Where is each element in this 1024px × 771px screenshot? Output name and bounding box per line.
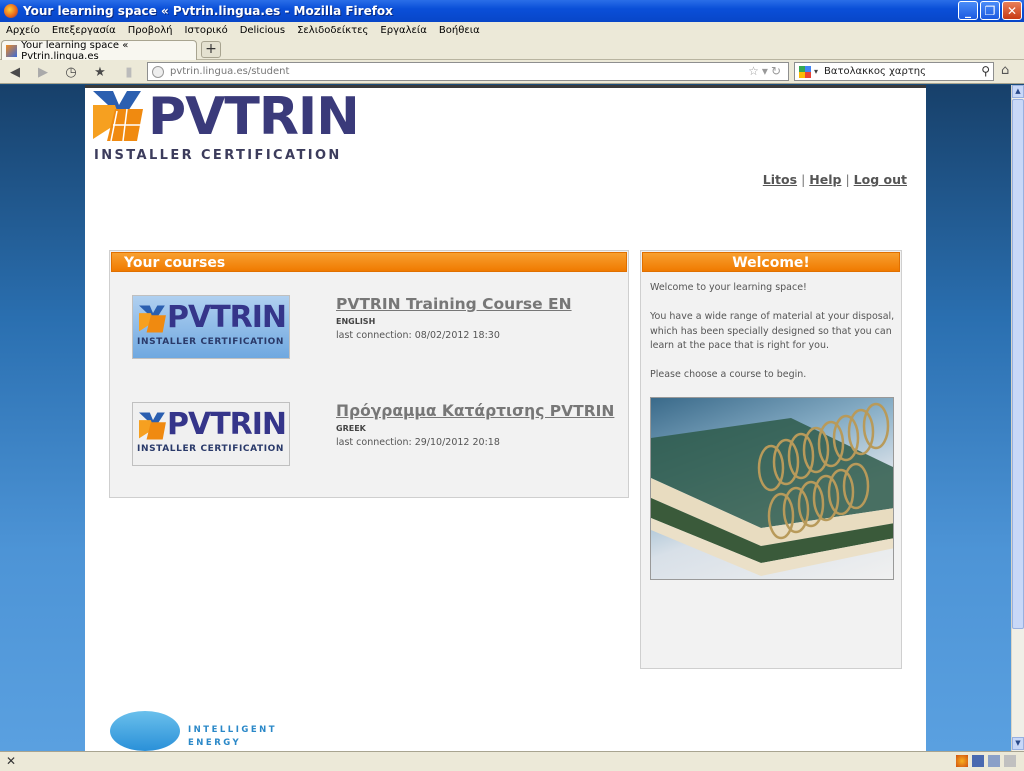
course-thumbnail[interactable]: PVTRIN INSTALLER CERTIFICATION bbox=[132, 402, 290, 466]
menu-edit[interactable]: Επεξεργασία bbox=[52, 25, 116, 36]
star-icon[interactable]: ☆ bbox=[748, 64, 762, 78]
status-icons bbox=[956, 755, 1016, 767]
logo-mark-icon bbox=[139, 412, 166, 440]
window-title: Your learning space « Pvtrin.lingua.es -… bbox=[23, 4, 393, 18]
thumbnail-subtitle: INSTALLER CERTIFICATION bbox=[137, 337, 285, 347]
course-last-connection: last connection: 08/02/2012 18:30 bbox=[336, 330, 500, 341]
course-language: English bbox=[336, 317, 376, 326]
menu-view[interactable]: Προβολή bbox=[128, 25, 173, 36]
url-actions: ☆▾↻ bbox=[748, 64, 784, 78]
url-bar[interactable]: pvtrin.lingua.es/student ☆▾↻ bbox=[147, 62, 789, 81]
thumbnail-wordmark: PVTRIN bbox=[167, 407, 287, 442]
scroll-up-icon[interactable]: ▲ bbox=[1012, 85, 1024, 98]
bookmarks-icon[interactable]: ★ bbox=[91, 63, 109, 81]
firefox-icon bbox=[4, 4, 18, 18]
course-language: Greek bbox=[336, 424, 366, 433]
history-icon[interactable]: ◷ bbox=[62, 63, 80, 81]
addon-icon[interactable] bbox=[956, 755, 968, 767]
vertical-scrollbar[interactable]: ▲ ▼ bbox=[1011, 85, 1024, 751]
chevron-down-icon[interactable]: ▾ bbox=[814, 67, 818, 76]
new-tab-button[interactable]: + bbox=[201, 41, 221, 58]
course-title-link[interactable]: Πρόγραμμα Κατάρτισης PVTRIN bbox=[336, 402, 614, 420]
reload-icon[interactable]: ↻ bbox=[771, 64, 784, 78]
grid-icon[interactable] bbox=[988, 755, 1000, 767]
footer-line2: ENERGY bbox=[188, 738, 242, 748]
url-text: pvtrin.lingua.es/student bbox=[170, 66, 290, 77]
tab-bar: Your learning space « Pvtrin.lingua.es + bbox=[0, 38, 1024, 62]
help-link[interactable]: Help bbox=[809, 172, 841, 187]
logout-link[interactable]: Log out bbox=[854, 172, 907, 187]
site-logo[interactable]: PVTRIN INSTALLER CERTIFICATION bbox=[93, 89, 360, 165]
welcome-text: Welcome to your learning space! You have… bbox=[650, 281, 895, 397]
globe-icon bbox=[152, 65, 164, 78]
menu-bookmarks[interactable]: Σελιδοδείκτες bbox=[297, 25, 368, 36]
close-button[interactable]: ✕ bbox=[1002, 1, 1022, 20]
notebooks-photo bbox=[650, 397, 894, 580]
page-container: PVTRIN INSTALLER CERTIFICATION Litos | Hel… bbox=[85, 85, 926, 751]
menu-bar: Αρχείο Επεξεργασία Προβολή Ιστορικό Deli… bbox=[0, 22, 1024, 38]
menu-file[interactable]: Αρχείο bbox=[6, 25, 40, 36]
welcome-panel-title: Welcome! bbox=[642, 252, 900, 272]
search-icon[interactable]: ⚲ bbox=[981, 64, 990, 78]
swoosh-icon bbox=[110, 711, 180, 751]
tab-active[interactable]: Your learning space « Pvtrin.lingua.es bbox=[1, 39, 197, 62]
course-item: PVTRIN INSTALLER CERTIFICATION PVTRIN Tr… bbox=[110, 295, 630, 365]
home-icon[interactable]: ⌂ bbox=[1001, 63, 1009, 78]
menu-delicious[interactable]: Delicious bbox=[240, 25, 285, 36]
course-item: PVTRIN INSTALLER CERTIFICATION Πρόγραμμα… bbox=[110, 402, 630, 472]
logo-wordmark: PVTRIN bbox=[148, 87, 360, 147]
screen-icon[interactable] bbox=[972, 755, 984, 767]
intelligent-energy-logo: INTELLIGENT ENERGY bbox=[110, 709, 310, 751]
course-thumbnail[interactable]: PVTRIN INSTALLER CERTIFICATION bbox=[132, 295, 290, 359]
dropdown-icon[interactable]: ▾ bbox=[762, 64, 771, 78]
logo-subtitle: INSTALLER CERTIFICATION bbox=[94, 148, 342, 163]
separator: | bbox=[845, 172, 850, 187]
welcome-paragraph: Please choose a course to begin. bbox=[650, 369, 807, 380]
scroll-down-icon[interactable]: ▼ bbox=[1012, 737, 1024, 750]
courses-panel: Your courses PVTRIN INSTALLER CERTIFICAT… bbox=[109, 250, 629, 498]
forward-icon[interactable]: ▶ bbox=[34, 63, 52, 81]
menu-history[interactable]: Ιστορικό bbox=[185, 25, 228, 36]
courses-panel-title: Your courses bbox=[111, 252, 627, 272]
window-title-bar: Your learning space « Pvtrin.lingua.es -… bbox=[0, 0, 1024, 22]
minimize-button[interactable]: _ bbox=[958, 1, 978, 20]
signal-icon: ▮ bbox=[125, 64, 133, 80]
separator: | bbox=[801, 172, 806, 187]
tab-label: Your learning space « Pvtrin.lingua.es bbox=[21, 39, 129, 62]
navigation-bar: ◀ ▶ ◷ ★ ▮ pvtrin.lingua.es/student ☆▾↻ ▾… bbox=[0, 60, 1024, 84]
maximize-button[interactable]: ❐ bbox=[980, 1, 1000, 20]
welcome-panel: Welcome! Welcome to your learning space!… bbox=[640, 250, 902, 669]
user-profile-link[interactable]: Litos bbox=[763, 172, 797, 187]
back-icon[interactable]: ◀ bbox=[6, 63, 24, 81]
thumbnail-wordmark: PVTRIN bbox=[167, 300, 287, 335]
footer-logo-text: INTELLIGENT ENERGY bbox=[188, 724, 277, 750]
logo-mark-icon bbox=[93, 91, 143, 141]
window-controls: _ ❐ ✕ bbox=[958, 1, 1022, 20]
favicon-icon bbox=[6, 44, 18, 57]
search-engine-icon[interactable] bbox=[799, 65, 811, 78]
footer-line1: INTELLIGENT bbox=[188, 725, 278, 735]
mail-icon[interactable] bbox=[1004, 755, 1016, 767]
scroll-thumb[interactable] bbox=[1012, 99, 1024, 629]
logo-mark-icon bbox=[139, 305, 166, 333]
search-input[interactable]: Βατολακκος χαρτης bbox=[824, 66, 926, 77]
search-bar[interactable]: ▾ Βατολακκος χαρτης ⚲ bbox=[794, 62, 994, 81]
welcome-paragraph: You have a wide range of material at you… bbox=[650, 311, 895, 351]
course-title-link[interactable]: PVTRIN Training Course EN bbox=[336, 295, 572, 313]
menu-tools[interactable]: Εργαλεία bbox=[380, 25, 426, 36]
close-findbar-icon[interactable]: ✕ bbox=[6, 754, 16, 768]
status-bar: ✕ bbox=[0, 751, 1024, 771]
menu-help[interactable]: Βοήθεια bbox=[439, 25, 480, 36]
user-links: Litos | Help | Log out bbox=[763, 172, 907, 187]
spiral-notebook-image bbox=[651, 402, 893, 576]
course-last-connection: last connection: 29/10/2012 20:18 bbox=[336, 437, 500, 448]
thumbnail-subtitle: INSTALLER CERTIFICATION bbox=[137, 444, 285, 454]
welcome-paragraph: Welcome to your learning space! bbox=[650, 282, 807, 293]
